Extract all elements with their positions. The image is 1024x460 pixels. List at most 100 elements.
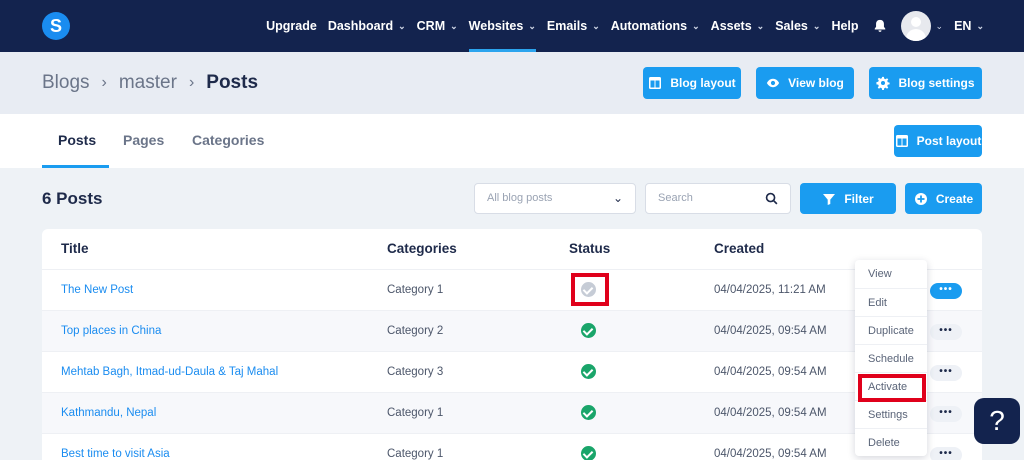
menu-item-schedule[interactable]: Schedule <box>855 344 927 372</box>
plus-circle-icon <box>914 192 927 205</box>
nav-item-label: Assets <box>710 19 752 33</box>
column-header-title[interactable]: Title <box>61 241 89 256</box>
layout-icon <box>895 135 908 147</box>
nav-item-crm[interactable]: CRM ⌄ <box>417 0 458 52</box>
avatar[interactable] <box>900 11 931 41</box>
post-title-link[interactable]: The New Post <box>61 284 133 296</box>
gear-icon <box>876 76 891 90</box>
posts-table: Title Categories Status Created The New … <box>42 229 982 460</box>
chevron-down-icon: ⌄ <box>692 20 700 31</box>
table-row: The New Post Category 1 04/04/2025, 11:2… <box>42 269 982 310</box>
posts-count: 6 Posts <box>42 189 103 208</box>
nav-item-dashboard[interactable]: Dashboard ⌄ <box>328 0 406 52</box>
status-highlight-box <box>571 273 609 306</box>
nav-item-label: Websites <box>468 19 524 33</box>
view-blog-button[interactable]: View blog <box>756 67 854 99</box>
filter-label: Filter <box>844 191 874 206</box>
more-actions-button[interactable]: ••• <box>930 447 962 460</box>
search-icon <box>765 192 778 205</box>
post-category: Category 1 <box>387 284 444 296</box>
more-actions-button[interactable]: ••• <box>930 324 962 340</box>
nav-item-emails[interactable]: Emails ⌄ <box>547 0 600 52</box>
nav-item-automations[interactable]: Automations ⌄ <box>611 0 700 52</box>
activate-highlight-box <box>858 374 926 402</box>
blog-layout-button[interactable]: Blog layout <box>643 67 741 99</box>
app-logo[interactable]: S <box>42 12 70 40</box>
menu-item-settings[interactable]: Settings <box>855 400 927 428</box>
blog-layout-label: Blog layout <box>670 76 736 90</box>
nav-item-label: Dashboard <box>327 19 394 33</box>
active-tab-indicator <box>42 165 109 168</box>
bell-icon[interactable] <box>873 19 887 33</box>
status-active-icon[interactable] <box>581 446 596 460</box>
more-actions-button[interactable]: ••• <box>930 406 962 422</box>
help-button[interactable]: ? <box>974 398 1020 444</box>
post-category: Category 1 <box>387 407 444 419</box>
create-label: Create <box>935 191 974 206</box>
tab-categories[interactable]: Categories <box>192 132 264 148</box>
table-header: Title Categories Status Created <box>42 229 982 269</box>
nav-item-label: Sales <box>775 19 808 33</box>
menu-item-duplicate[interactable]: Duplicate <box>855 316 927 344</box>
filter-button[interactable]: Filter <box>800 183 896 214</box>
view-blog-label: View blog <box>788 76 844 90</box>
breadcrumb-master[interactable]: master <box>119 72 177 94</box>
more-actions-button[interactable]: ••• <box>930 365 962 381</box>
post-created-date: 04/04/2025, 09:54 AM <box>714 407 827 419</box>
chevron-down-icon: ⌄ <box>756 20 765 31</box>
chevron-down-icon[interactable]: ⌄ <box>936 21 944 32</box>
nav-item-websites[interactable]: Websites ⌄ <box>468 0 537 52</box>
more-actions-button[interactable]: ••• <box>930 283 962 299</box>
nav-item-assets[interactable]: Assets ⌄ <box>711 0 765 52</box>
post-category: Category 3 <box>387 366 444 378</box>
status-active-icon[interactable] <box>581 323 596 338</box>
nav-menu: Upgrade Dashboard ⌄ CRM ⌄ Websites ⌄ Emails… <box>255 0 984 52</box>
column-header-categories[interactable]: Categories <box>387 241 457 256</box>
post-title-link[interactable]: Best time to visit Asia <box>61 448 170 460</box>
post-category: Category 1 <box>387 448 444 460</box>
nav-item-label: Help <box>831 19 859 33</box>
nav-item-label: Upgrade <box>266 19 317 33</box>
chevron-down-icon: ⌄ <box>450 20 458 31</box>
search-placeholder: Search <box>658 192 693 204</box>
column-header-created[interactable]: Created <box>714 241 764 256</box>
create-button[interactable]: Create <box>905 183 982 214</box>
status-active-icon[interactable] <box>581 364 596 379</box>
table-row: Best time to visit Asia Category 1 04/04… <box>42 433 982 460</box>
status-active-icon[interactable] <box>581 405 596 420</box>
menu-item-edit[interactable]: Edit <box>855 288 927 316</box>
search-input[interactable]: Search <box>645 183 791 214</box>
menu-item-view[interactable]: View <box>855 260 927 288</box>
blog-settings-button[interactable]: Blog settings <box>869 67 982 99</box>
breadcrumb-blogs[interactable]: Blogs <box>42 72 90 94</box>
blog-posts-filter-select[interactable]: All blog posts ⌄ <box>474 183 636 214</box>
post-created-date: 04/04/2025, 09:54 AM <box>714 448 827 460</box>
chevron-down-icon: ⌄ <box>398 20 406 31</box>
top-nav: S Upgrade Dashboard ⌄ CRM ⌄ Websites ⌄ Emai… <box>0 0 1024 52</box>
post-layout-label: Post layout <box>916 134 982 148</box>
nav-item-help[interactable]: Help <box>831 0 858 52</box>
post-title-link[interactable]: Mehtab Bagh, Itmad-ud-Daula & Taj Mahal <box>61 366 278 378</box>
chevron-down-icon: ⌄ <box>528 20 536 31</box>
table-row: Kathmandu, Nepal Category 1 04/04/2025, … <box>42 392 982 433</box>
table-row: Top places in China Category 2 04/04/202… <box>42 310 982 351</box>
language-selector[interactable]: EN ⌄ <box>954 0 984 52</box>
column-header-status[interactable]: Status <box>569 241 610 256</box>
chevron-right-icon: › <box>188 74 195 91</box>
tab-posts[interactable]: Posts <box>58 132 96 148</box>
page-header: Blogs › master › Posts Blog layout View … <box>0 52 1024 114</box>
chevron-down-icon: ⌄ <box>592 20 600 31</box>
blog-settings-label: Blog settings <box>898 76 975 90</box>
menu-item-delete[interactable]: Delete <box>855 428 927 456</box>
nav-item-sales[interactable]: Sales ⌄ <box>775 0 820 52</box>
select-value: All blog posts <box>487 192 553 204</box>
nav-item-upgrade[interactable]: Upgrade <box>266 0 317 52</box>
tab-pages[interactable]: Pages <box>123 132 164 148</box>
post-layout-button[interactable]: Post layout <box>894 125 982 157</box>
eye-icon <box>766 78 780 88</box>
post-created-date: 04/04/2025, 09:54 AM <box>714 366 827 378</box>
chevron-down-icon: ⌄ <box>812 20 821 31</box>
post-title-link[interactable]: Kathmandu, Nepal <box>61 407 156 419</box>
post-title-link[interactable]: Top places in China <box>61 325 161 337</box>
layout-icon <box>649 77 662 89</box>
